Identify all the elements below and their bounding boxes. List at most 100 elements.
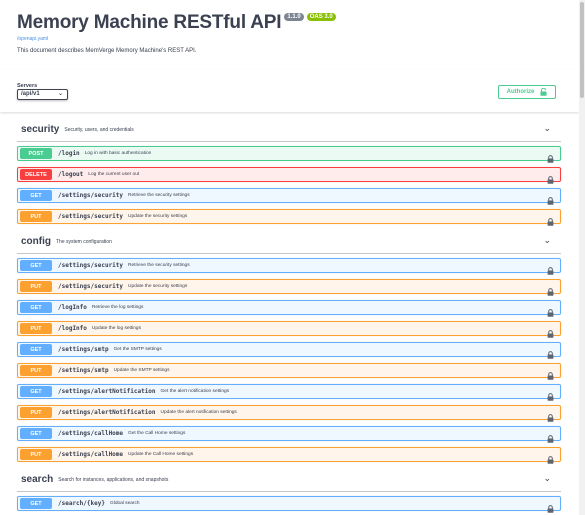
tag-header-config[interactable]: config The system configuration ⌄	[17, 230, 561, 254]
lock-icon[interactable]	[547, 304, 554, 317]
operation-summary: Update the security settings	[128, 214, 188, 219]
tag-description: The system configuration	[56, 238, 112, 245]
operation-path: /search/{key}	[58, 500, 105, 507]
operation-summary: Get the SMTP settings	[113, 347, 162, 352]
method-badge: PUT	[20, 323, 52, 334]
lock-icon[interactable]	[547, 500, 554, 513]
lock-icon[interactable]	[547, 451, 554, 464]
tag-name: search	[21, 474, 54, 485]
operation-get[interactable]: GET/logInfo Retrieve the log settings	[17, 300, 561, 317]
operation-summary: Log the current user out	[88, 172, 140, 177]
method-badge: POST	[20, 148, 52, 159]
chevron-down-icon: ⌄	[57, 91, 63, 97]
operation-put[interactable]: PUT/logInfo Update the log settings	[17, 321, 561, 338]
operation-path: /settings/smtp	[58, 367, 109, 374]
method-badge: GET	[20, 190, 52, 201]
tag-header-security[interactable]: security Security, users, and credentials…	[17, 118, 561, 142]
operation-summary: Log in with basic authentication	[84, 151, 152, 156]
server-value: /api/v1	[21, 91, 40, 97]
page-title: Memory Machine RESTful API	[17, 12, 282, 33]
operation-path: /settings/smtp	[58, 346, 109, 353]
tag-description: Search for instances, applications, and …	[58, 476, 169, 483]
operation-path: /settings/security	[58, 283, 124, 290]
operation-summary: Retrieve the security settings	[128, 193, 190, 198]
operation-summary: Update the alert notification settings	[160, 410, 237, 415]
operation-path: /settings/alertNotification	[58, 409, 156, 416]
operation-summary: Retrieve the log settings	[91, 305, 144, 310]
method-badge: GET	[20, 498, 52, 509]
operation-put[interactable]: PUT/settings/callHome Update the Call Hom…	[17, 447, 561, 464]
unlock-icon	[540, 88, 547, 96]
method-badge: PUT	[20, 211, 52, 222]
operation-get[interactable]: GET/settings/alertNotification Get the al…	[17, 384, 561, 401]
operation-put[interactable]: PUT/settings/security Update the security…	[17, 209, 561, 226]
operation-get[interactable]: GET/search/{key} Global search	[17, 496, 561, 513]
method-badge: PUT	[20, 407, 52, 418]
lock-icon[interactable]	[547, 192, 554, 205]
servers-select[interactable]: /api/v1 ⌄	[17, 89, 68, 100]
operation-summary: Get the Call Home settings	[128, 431, 186, 436]
operation-summary: Global search	[109, 501, 140, 506]
lock-icon[interactable]	[547, 388, 554, 401]
method-badge: PUT	[20, 281, 52, 292]
operation-summary: Update the log settings	[91, 326, 141, 331]
chevron-down-icon[interactable]: ⌄	[543, 123, 551, 134]
lock-icon[interactable]	[547, 430, 554, 443]
operation-path: /logInfo	[58, 325, 87, 332]
lock-icon[interactable]	[547, 367, 554, 380]
tag-description: Security, users, and credentials	[64, 126, 134, 133]
chevron-down-icon[interactable]: ⌄	[543, 235, 551, 246]
method-badge: GET	[20, 344, 52, 355]
operation-delete[interactable]: DELETE/logout Log the current user out	[17, 167, 561, 184]
lock-icon[interactable]	[547, 150, 554, 163]
method-badge: GET	[20, 302, 52, 313]
operation-path: /logout	[58, 171, 84, 178]
tag-name: config	[21, 236, 51, 247]
title-row: Memory Machine RESTful API 1.1.0 OAS 3.0	[17, 12, 568, 34]
scrollbar-thumb[interactable]	[580, 2, 584, 98]
operation-summary: Retrieve the security settings	[128, 263, 190, 268]
tag-name: security	[21, 124, 60, 135]
lock-icon[interactable]	[547, 213, 554, 226]
lock-icon[interactable]	[547, 325, 554, 338]
operation-path: /settings/callHome	[58, 451, 124, 458]
authorize-label: Authorize	[506, 89, 535, 95]
operation-get[interactable]: GET/settings/callHome Get the Call Home s…	[17, 426, 561, 443]
api-info: Memory Machine RESTful API 1.1.0 OAS 3.0…	[0, 0, 585, 70]
method-badge: GET	[20, 386, 52, 397]
method-badge: GET	[20, 428, 52, 439]
lock-icon[interactable]	[547, 409, 554, 422]
method-badge: PUT	[20, 449, 52, 460]
scheme-container: Servers /api/v1 ⌄ Authorize	[0, 70, 579, 112]
chevron-down-icon[interactable]: ⌄	[543, 473, 551, 484]
method-badge: GET	[20, 260, 52, 271]
operation-get[interactable]: GET/settings/smtp Get the SMTP settings	[17, 342, 561, 359]
operation-post[interactable]: POST/login Log in with basic authenticati…	[17, 146, 561, 163]
operation-put[interactable]: PUT/settings/security Update the security…	[17, 279, 561, 296]
lock-icon[interactable]	[547, 262, 554, 275]
operation-summary: Get the alert notification settings	[160, 389, 230, 394]
tag-header-search[interactable]: search Search for instances, applications…	[17, 468, 561, 492]
page-scrollbar[interactable]	[579, 0, 585, 515]
operation-get[interactable]: GET/settings/security Retrieve the securi…	[17, 258, 561, 275]
version-badge: 1.1.0	[284, 13, 304, 21]
oas-badge: OAS 3.0	[306, 13, 336, 21]
operation-path: /settings/security	[58, 213, 124, 220]
operation-path: /settings/callHome	[58, 430, 124, 437]
operation-summary: Update the security settings	[128, 284, 188, 289]
operation-put[interactable]: PUT/settings/alertNotification Update the…	[17, 405, 561, 422]
operation-get[interactable]: GET/settings/security Retrieve the securi…	[17, 188, 561, 205]
method-badge: PUT	[20, 365, 52, 376]
operation-path: /login	[58, 150, 80, 157]
lock-icon[interactable]	[547, 171, 554, 184]
lock-icon[interactable]	[547, 346, 554, 359]
authorize-button[interactable]: Authorize	[498, 85, 556, 99]
operation-put[interactable]: PUT/settings/smtp Update the SMTP setting…	[17, 363, 561, 380]
operations-list: security Security, users, and credentials…	[17, 118, 561, 515]
spec-link[interactable]: /openapi.yaml	[17, 36, 568, 42]
operation-summary: Update the SMTP settings	[113, 368, 170, 373]
lock-icon[interactable]	[547, 283, 554, 296]
operation-path: /settings/security	[58, 192, 124, 199]
api-description: This document describes MemVerge Memory …	[17, 48, 197, 54]
operation-path: /logInfo	[58, 304, 87, 311]
